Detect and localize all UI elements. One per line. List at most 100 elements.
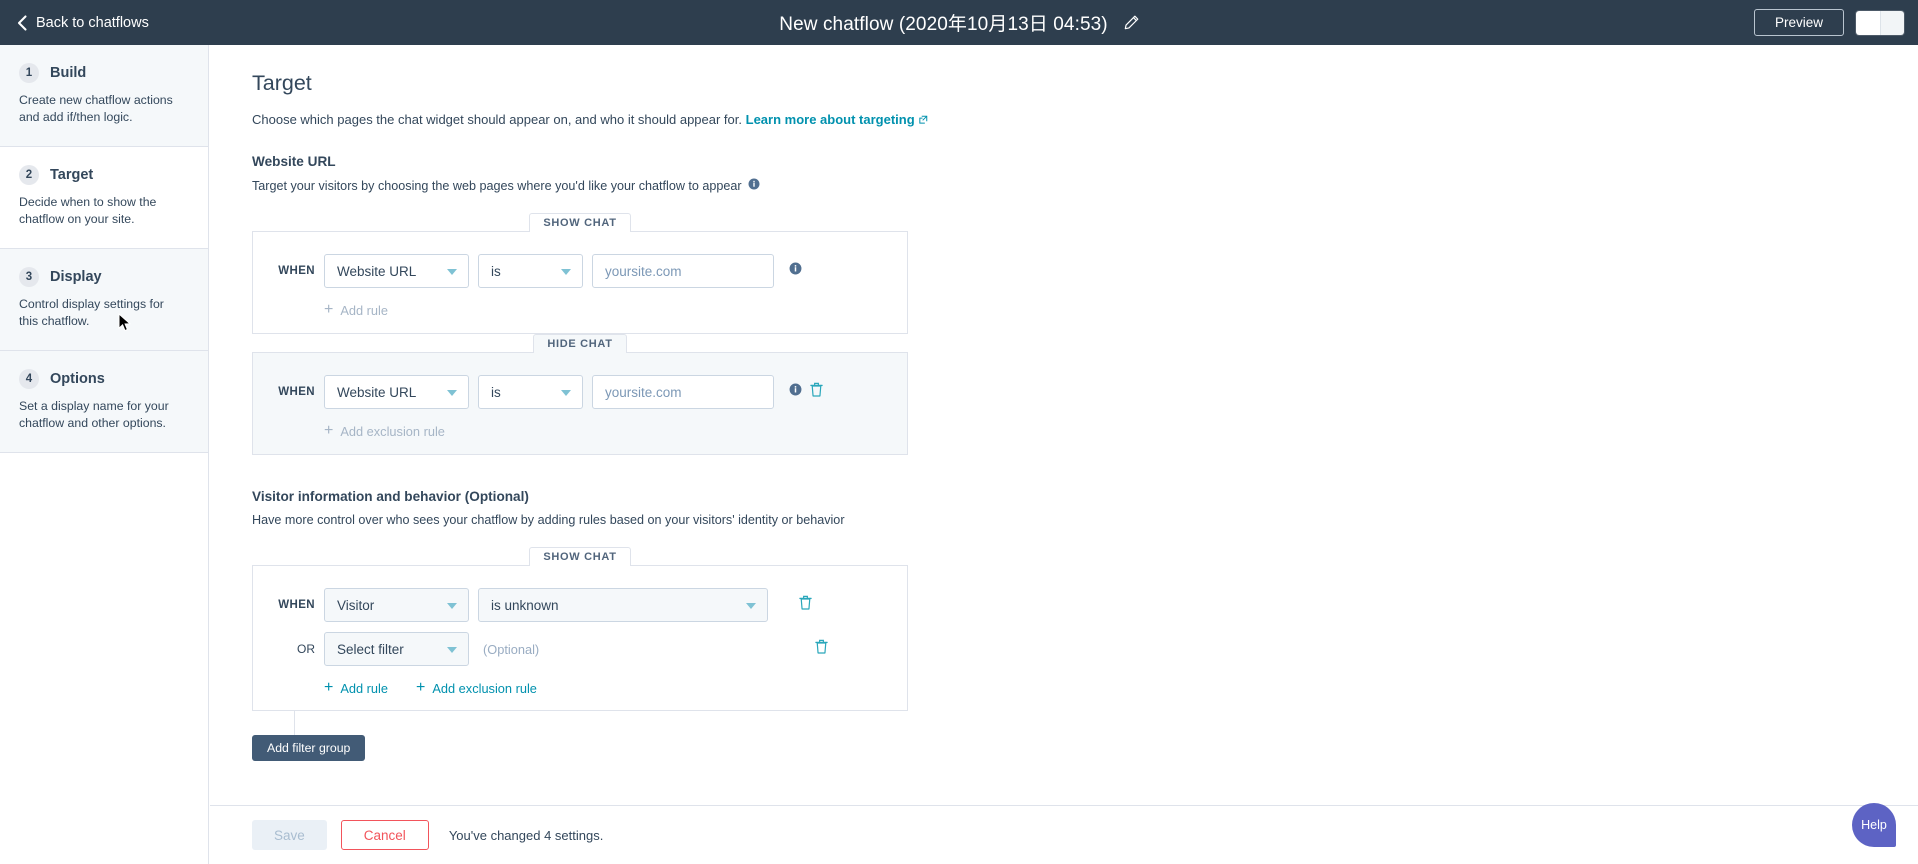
visitor-section-title: Visitor information and behavior (Option… [252,489,1918,504]
hide-chat-tab-row: HIDE CHAT [252,334,908,353]
page-subtitle-text: Choose which pages the chat widget shoul… [252,112,742,127]
back-to-chatflows-link[interactable]: Back to chatflows [17,15,149,31]
learn-more-targeting-link[interactable]: Learn more about targeting [746,112,915,127]
delete-icon[interactable] [815,639,828,659]
sidebar-step-target-desc: Decide when to show the chatflow on your… [19,194,186,228]
visitor-optional-hint: (Optional) [483,642,539,657]
visitor-attribute-select[interactable]: Visitor [324,588,469,622]
footer-action-bar: Save Cancel You've changed 4 settings. [210,805,1918,864]
plus-icon: + [324,302,333,318]
help-button[interactable]: Help [1852,803,1896,847]
sidebar-step-build-title: Build [50,65,86,81]
rule-lead-when: WHEN [271,599,315,611]
sidebar-step-display-title: Display [50,269,102,285]
add-filter-group-wrap: Add filter group [252,711,1918,769]
delete-icon[interactable] [810,382,823,402]
page-subtitle: Choose which pages the chat widget shoul… [252,112,1918,128]
changed-settings-status: You've changed 4 settings. [449,828,604,843]
cancel-button[interactable]: Cancel [341,820,429,850]
hide-chat-operator-select[interactable]: is [478,375,583,409]
page-title: Target [252,71,1918,96]
hide-chat-operator-value: is [491,385,501,400]
hide-chat-attribute-select[interactable]: Website URL [324,375,469,409]
hide-chat-attribute-value: Website URL [337,385,416,400]
save-button[interactable]: Save [252,820,327,850]
add-filter-group-button[interactable]: Add filter group [252,735,365,761]
visitor-operator-select[interactable]: is unknown [478,588,768,622]
show-chat-attribute-value: Website URL [337,264,416,279]
chatflow-title: New chatflow (2020年10月13日 04:53) [779,9,1107,36]
top-bar: Back to chatflows New chatflow (2020年10月… [0,0,1918,45]
sidebar-step-target-title: Target [50,167,93,183]
plus-icon: + [416,680,425,696]
sidebar-step-build-desc: Create new chatflow actions and add if/t… [19,92,186,126]
hide-chat-url-input[interactable] [592,375,774,409]
hide-chat-rule-row: WHEN Website URL is [271,375,889,409]
show-chat-operator-value: is [491,264,501,279]
show-chat-tab-row: SHOW CHAT [252,213,908,232]
show-chat-rule-icons [789,262,802,280]
tab-visitor-show-chat[interactable]: SHOW CHAT [529,547,630,566]
info-icon[interactable] [789,383,802,401]
sidebar-step-options[interactable]: 4 Options Set a display name for your ch… [0,351,208,453]
visitor-rule-row-1: WHEN Visitor is unknown [271,588,889,622]
visitor-add-exclusion-rule-label: Add exclusion rule [432,681,537,696]
visitor-operator-value: is unknown [491,598,559,613]
visitor-add-links-wrap: + Add rule + Add exclusion rule [324,670,889,696]
plus-icon: + [324,680,333,696]
visitor-add-rule-label: Add rule [340,681,388,696]
step-number-badge: 1 [19,63,39,83]
rule-lead-or: OR [271,642,315,656]
delete-icon[interactable] [799,595,812,615]
show-chat-panel: WHEN Website URL is + Add rule [252,231,908,334]
view-toggle-option-left[interactable] [1856,11,1880,35]
preview-button[interactable]: Preview [1754,9,1844,36]
pencil-icon[interactable] [1124,15,1139,30]
tab-show-chat[interactable]: SHOW CHAT [529,213,630,232]
info-icon[interactable] [789,262,802,280]
step-number-badge: 3 [19,267,39,287]
sidebar: 1 Build Create new chatflow actions and … [0,45,209,864]
chatflow-title-group: New chatflow (2020年10月13日 04:53) [0,9,1918,36]
visitor-show-chat-tab-row: SHOW CHAT [252,547,908,566]
hide-chat-add-exclusion-rule-link[interactable]: + Add exclusion rule [324,423,445,439]
rule-lead-when: WHEN [271,265,315,277]
visitor-rule-1-icons [799,595,812,615]
show-chat-attribute-select[interactable]: Website URL [324,254,469,288]
visitor-show-chat-panel: WHEN Visitor is unknown [252,565,908,711]
tab-hide-chat[interactable]: HIDE CHAT [533,334,626,353]
view-toggle-option-right[interactable] [1880,11,1904,35]
sidebar-step-display-desc: Control display settings for this chatfl… [19,296,186,330]
plus-icon: + [324,423,333,439]
visitor-section-subtitle: Have more control over who sees your cha… [252,513,1918,527]
show-chat-url-input[interactable] [592,254,774,288]
hide-chat-rule-icons [789,382,823,402]
main-content: Target Choose which pages the chat widge… [210,45,1918,805]
step-number-badge: 4 [19,369,39,389]
visitor-add-rule-link[interactable]: + Add rule [324,680,388,696]
show-chat-add-rule-label: Add rule [340,303,388,318]
sidebar-step-options-title: Options [50,371,105,387]
visitor-filter-select[interactable]: Select filter [324,632,469,666]
info-icon[interactable] [748,178,760,193]
view-toggle[interactable] [1856,11,1904,35]
sidebar-step-build[interactable]: 1 Build Create new chatflow actions and … [0,45,208,147]
website-url-section-subtitle: Target your visitors by choosing the web… [252,178,1918,193]
sidebar-step-display-head: 3 Display [19,267,186,287]
show-chat-operator-select[interactable]: is [478,254,583,288]
visitor-add-links: + Add rule + Add exclusion rule [324,670,889,696]
sidebar-step-display[interactable]: 3 Display Control display settings for t… [0,249,208,351]
visitor-section-subtitle-text: Have more control over who sees your cha… [252,513,845,527]
sidebar-step-target-head: 2 Target [19,165,186,185]
sidebar-step-target[interactable]: 2 Target Decide when to show the chatflo… [0,147,208,249]
step-number-badge: 2 [19,165,39,185]
show-chat-add-rule-link[interactable]: + Add rule [324,302,388,318]
visitor-attribute-value: Visitor [337,598,374,613]
sidebar-step-options-desc: Set a display name for your chatflow and… [19,398,186,432]
rule-lead-when: WHEN [271,386,315,398]
visitor-add-exclusion-rule-link[interactable]: + Add exclusion rule [416,680,537,696]
sidebar-step-build-head: 1 Build [19,63,186,83]
external-link-icon [918,113,928,128]
hide-chat-add-exclusion-rule-label: Add exclusion rule [340,424,445,439]
chevron-left-icon [17,15,27,31]
